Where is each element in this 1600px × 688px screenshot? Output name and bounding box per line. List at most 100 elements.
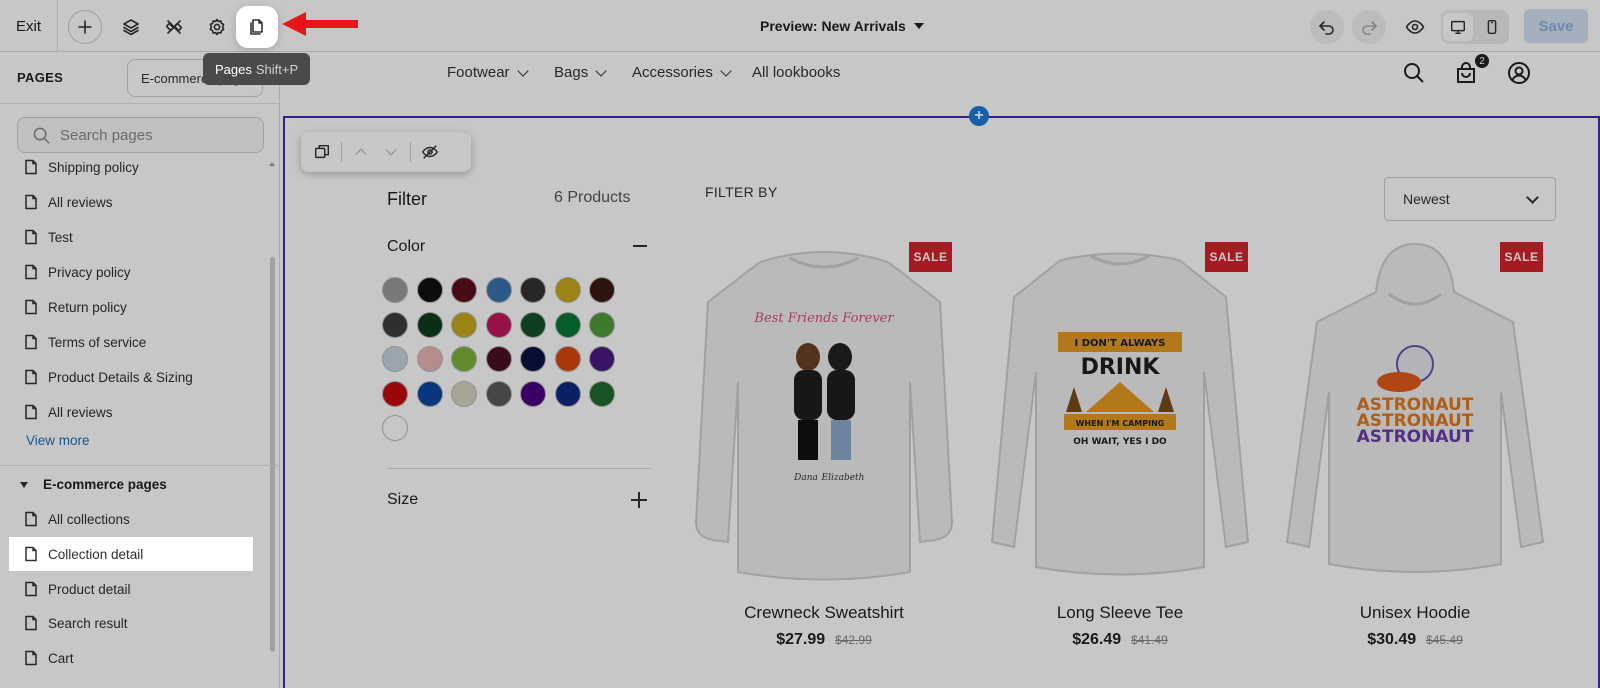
sale-badge: SALE	[909, 242, 952, 272]
page-icon	[25, 369, 37, 385]
ecommerce-group-header[interactable]: E-commerce pages	[20, 477, 167, 492]
color-swatch[interactable]	[485, 346, 512, 372]
product-art-text: DRINK	[1081, 355, 1161, 380]
color-swatch[interactable]	[451, 380, 477, 407]
hide-icon[interactable]	[421, 143, 439, 161]
sidebar-scrollbar[interactable]	[270, 257, 275, 652]
nav-bags[interactable]: Bags	[554, 64, 607, 81]
store-search-button[interactable]	[1401, 60, 1427, 86]
sidebar-page-label: Search result	[48, 615, 128, 631]
duplicate-icon[interactable]	[313, 143, 331, 161]
desktop-view-button[interactable]	[1443, 13, 1473, 41]
color-swatch[interactable]	[416, 346, 443, 372]
pages-button[interactable]	[238, 8, 276, 46]
add-element-button[interactable]	[68, 10, 102, 44]
search-pages-input[interactable]: Search pages	[17, 117, 264, 153]
color-swatch[interactable]	[589, 380, 615, 407]
color-swatch[interactable]	[485, 277, 512, 303]
product-name[interactable]: Unisex Hoodie	[1281, 603, 1549, 623]
color-swatch[interactable]	[382, 277, 408, 303]
layers-button[interactable]	[114, 10, 148, 44]
color-swatch[interactable]	[589, 311, 615, 338]
nav-all-lookbooks[interactable]: All lookbooks	[752, 64, 840, 81]
annotation-arrow-icon	[282, 12, 358, 36]
move-down-icon[interactable]	[382, 143, 400, 161]
settings-button[interactable]	[200, 10, 234, 44]
color-swatch[interactable]	[451, 277, 477, 303]
color-swatch[interactable]	[589, 277, 615, 303]
sidebar-page-item[interactable]: Product Details & Sizing	[9, 360, 253, 394]
color-swatch[interactable]	[485, 380, 512, 407]
color-swatch[interactable]	[554, 311, 581, 338]
save-button[interactable]: Save	[1524, 9, 1588, 43]
account-button[interactable]	[1506, 60, 1532, 86]
view-more-link[interactable]: View more	[26, 433, 90, 448]
collapse-icon[interactable]	[633, 245, 647, 247]
color-filter-label[interactable]: Color	[387, 238, 425, 256]
sidebar-ecommerce-item[interactable]: Collection detail	[9, 537, 253, 571]
color-swatch[interactable]	[451, 311, 477, 338]
page-icon	[25, 229, 37, 245]
color-swatch[interactable]	[554, 380, 581, 407]
sidebar-page-item[interactable]: Test	[9, 220, 253, 254]
product-name[interactable]: Long Sleeve Tee	[986, 603, 1254, 623]
product-name[interactable]: Crewneck Sweatshirt	[690, 603, 958, 623]
pages-tooltip: Pages Shift+P	[203, 53, 311, 85]
tools-button[interactable]	[157, 10, 191, 44]
scroll-up-icon[interactable]	[269, 162, 275, 166]
size-filter-label[interactable]: Size	[387, 491, 418, 509]
color-swatch[interactable]	[382, 380, 408, 407]
chevron-down-icon	[595, 64, 607, 77]
color-swatch[interactable]	[416, 380, 443, 407]
color-swatch[interactable]	[416, 277, 443, 303]
group-title: E-commerce pages	[43, 477, 167, 492]
color-swatch[interactable]	[554, 346, 581, 372]
sort-select[interactable]: Newest	[1384, 177, 1556, 221]
store-navigation: Footwear Bags Accessories All lookbooks …	[281, 52, 1600, 116]
sidebar-page-label: All reviews	[48, 404, 113, 420]
product-price: $30.49	[1367, 631, 1417, 648]
page-icon	[25, 264, 37, 280]
sidebar-page-item[interactable]: Terms of service	[9, 325, 253, 359]
color-swatch[interactable]	[520, 277, 546, 303]
preview-page-selector[interactable]: Preview: New Arrivals	[760, 0, 924, 52]
sidebar-page-item[interactable]: All reviews	[9, 185, 253, 219]
product-prices: $27.99 $42.99	[690, 631, 958, 649]
nav-footwear[interactable]: Footwear	[447, 64, 529, 81]
filter-title: Filter	[387, 189, 427, 209]
move-up-icon[interactable]	[352, 143, 370, 161]
sidebar-page-item[interactable]: Shipping policy	[9, 150, 253, 184]
search-icon	[1404, 63, 1424, 83]
color-swatch[interactable]	[416, 311, 443, 338]
redo-button[interactable]	[1352, 10, 1386, 44]
color-swatch[interactable]	[382, 346, 408, 372]
color-swatch[interactable]	[589, 346, 615, 372]
color-swatch[interactable]	[520, 346, 546, 372]
preview-button[interactable]	[1398, 10, 1432, 44]
sidebar-ecommerce-item[interactable]: Cart	[9, 641, 253, 675]
chevron-down-icon	[1526, 191, 1539, 204]
sidebar-ecommerce-item[interactable]: All collections	[9, 502, 253, 536]
undo-button[interactable]	[1310, 10, 1344, 44]
sidebar-ecommerce-item[interactable]: Search result	[9, 606, 253, 640]
add-section-button[interactable]: +	[969, 106, 989, 126]
exit-button[interactable]: Exit	[0, 0, 58, 52]
color-swatch[interactable]	[520, 380, 546, 407]
color-swatch[interactable]	[485, 311, 512, 338]
color-swatch[interactable]	[382, 311, 408, 338]
nav-accessories[interactable]: Accessories	[632, 64, 732, 81]
color-swatch[interactable]	[554, 277, 581, 303]
sidebar-page-item[interactable]: Return policy	[9, 290, 253, 324]
desktop-icon	[1450, 20, 1466, 35]
sort-value: Newest	[1403, 191, 1450, 207]
product-prices: $30.49 $45.49	[1281, 631, 1549, 649]
sidebar-ecommerce-item[interactable]: Product detail	[9, 572, 253, 606]
tooltip-label: Pages	[215, 61, 252, 77]
sidebar-page-item[interactable]: Privacy policy	[9, 255, 253, 289]
mobile-view-button[interactable]	[1477, 13, 1507, 41]
color-swatch[interactable]	[520, 311, 546, 338]
color-swatch[interactable]	[382, 415, 408, 441]
sidebar-page-item[interactable]: All reviews	[9, 395, 253, 429]
color-swatch[interactable]	[451, 346, 477, 372]
expand-icon[interactable]	[631, 492, 647, 508]
